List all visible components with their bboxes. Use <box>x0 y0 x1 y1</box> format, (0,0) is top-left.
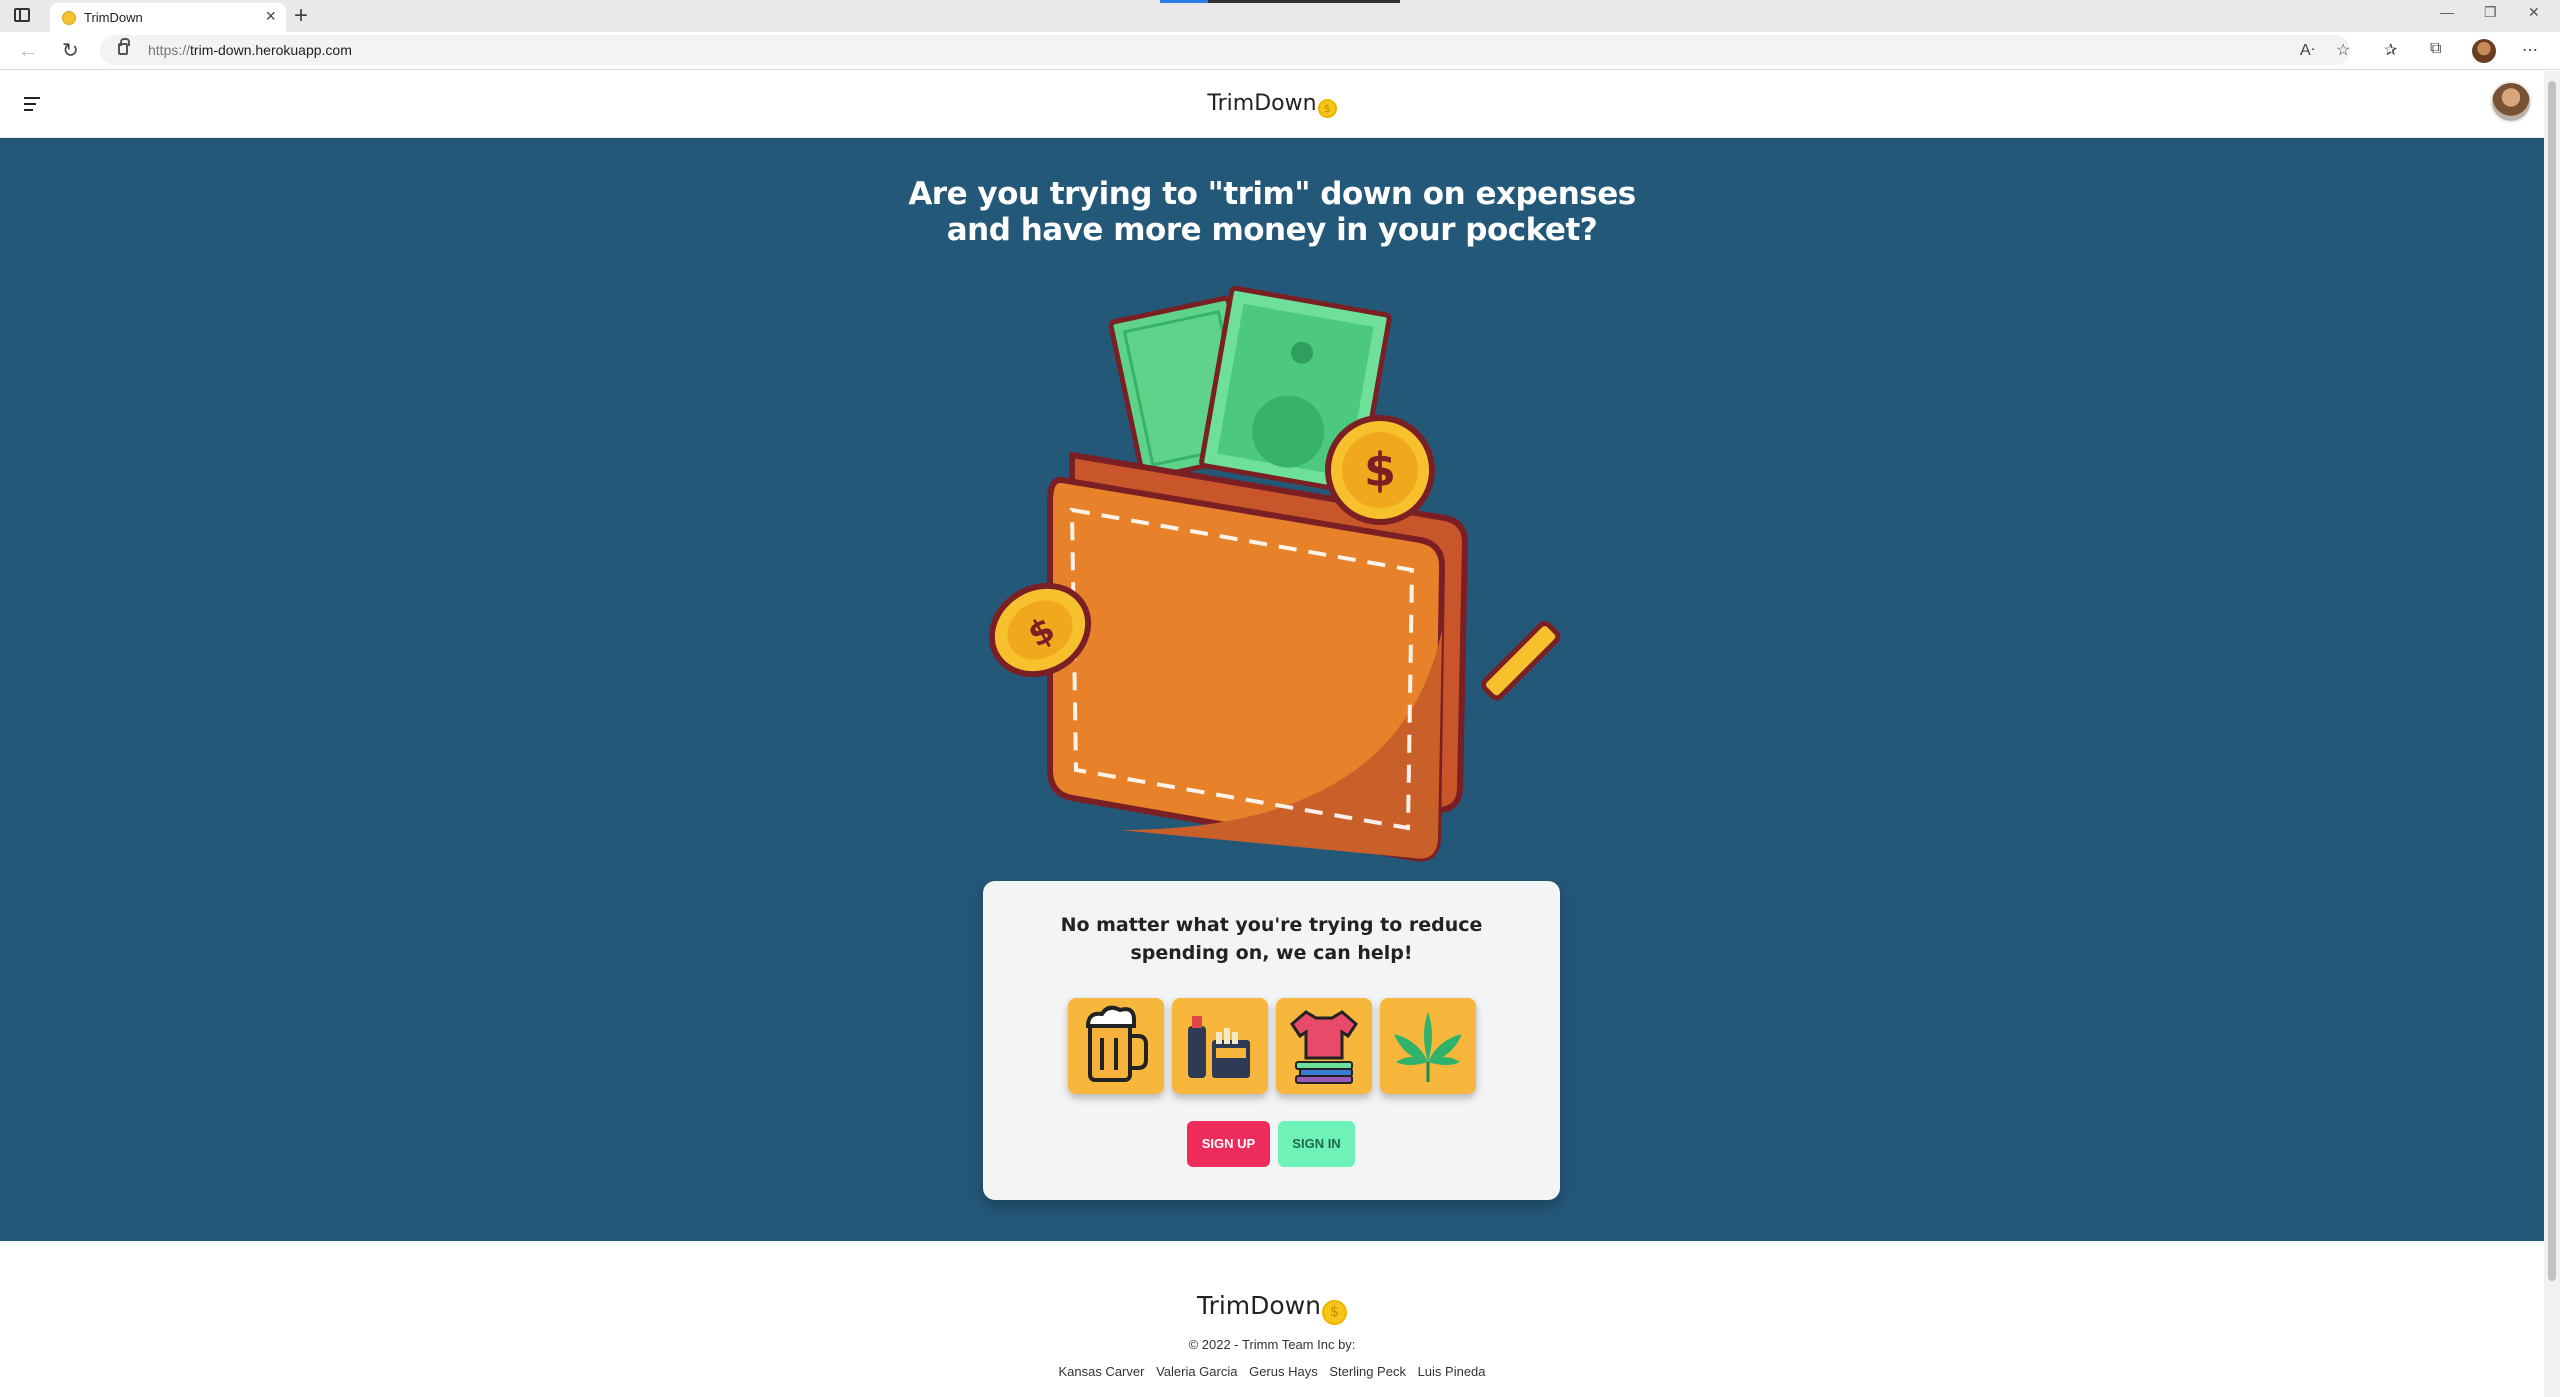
browser-tab-strip: TrimDown × + — ❐ ✕ <box>0 0 2560 32</box>
svg-text:$: $ <box>1364 443 1396 497</box>
site-logo[interactable]: TrimDown $ <box>0 91 2544 118</box>
coin-icon: $ <box>1317 99 1337 118</box>
credit-name[interactable]: Gerus Hays <box>1249 1364 1318 1379</box>
site-footer: TrimDown $ © 2022 - Trimm Team Inc by: Ka… <box>0 1241 2544 1397</box>
category-beer[interactable] <box>1068 998 1164 1094</box>
hero-section: Are you trying to "trim" down on expense… <box>0 138 2544 1241</box>
sidebar-toggle-icon[interactable] <box>14 8 30 22</box>
category-clothing[interactable] <box>1276 998 1372 1094</box>
tab-close-icon[interactable]: × <box>265 6 276 26</box>
coin-icon: $ <box>1322 1300 1347 1325</box>
window-drag-indicator <box>1160 0 1400 3</box>
card-message: No matter what you're trying to reduce s… <box>1060 914 1483 964</box>
cta-card: No matter what you're trying to reduce s… <box>983 881 1560 1200</box>
collections-icon[interactable]: ⧉ <box>2430 40 2441 58</box>
tab-title: TrimDown <box>84 10 143 25</box>
minimize-icon[interactable]: — <box>2440 4 2454 20</box>
footer-brand-name: TrimDown <box>1196 1291 1321 1320</box>
wallet-illustration: $ $ <box>988 285 1561 949</box>
url-field[interactable]: https://trim-down.herokuapp.com <box>100 35 2350 65</box>
url-text[interactable]: https://trim-down.herokuapp.com <box>148 42 352 58</box>
scrollbar-thumb[interactable] <box>2548 81 2556 1281</box>
cigarettes-lighter-icon <box>1188 1016 1250 1078</box>
browser-profile-avatar[interactable] <box>2472 39 2496 63</box>
more-icon[interactable]: ⋯ <box>2522 40 2538 60</box>
footer-logo[interactable]: TrimDown $ <box>0 1291 2544 1325</box>
hero-title: Are you trying to "trim" down on expense… <box>0 176 2544 248</box>
clothing-icon <box>1290 1010 1358 1084</box>
beer-icon <box>1085 1005 1148 1082</box>
close-window-icon[interactable]: ✕ <box>2528 4 2540 21</box>
cannabis-leaf-icon <box>1394 1012 1462 1082</box>
lock-icon[interactable] <box>118 38 130 55</box>
credit-name[interactable]: Kansas Carver <box>1058 1364 1144 1379</box>
user-avatar[interactable] <box>2490 81 2532 123</box>
favorites-icon[interactable]: ✰ <box>2384 40 2397 60</box>
credit-name[interactable]: Luis Pineda <box>1418 1364 1486 1379</box>
signin-button[interactable]: SIGN IN <box>1278 1121 1355 1167</box>
address-bar-row: ← ↻ https://trim-down.herokuapp.com Aᐧ ☆… <box>0 32 2560 70</box>
hero-title-line1: Are you trying to "trim" down on expense… <box>908 176 1636 212</box>
favicon-coin-icon <box>62 11 76 25</box>
copyright-text: © 2022 - Trimm Team Inc by: <box>1188 1337 1356 1352</box>
refresh-icon[interactable]: ↻ <box>62 38 79 64</box>
read-aloud-icon[interactable]: Aᐧ <box>2300 40 2315 60</box>
browser-tab[interactable]: TrimDown × <box>50 3 286 32</box>
back-icon[interactable]: ← <box>18 38 38 64</box>
site-header: TrimDown $ <box>0 71 2544 138</box>
new-tab-icon[interactable]: + <box>294 2 308 30</box>
credit-name[interactable]: Valeria Garcia <box>1156 1364 1237 1379</box>
page-scrollbar[interactable] <box>2544 71 2560 1397</box>
category-cannabis[interactable] <box>1380 998 1476 1094</box>
credit-name[interactable]: Sterling Peck <box>1329 1364 1406 1379</box>
category-cigarettes[interactable] <box>1172 998 1268 1094</box>
signup-button[interactable]: SIGN UP <box>1187 1121 1270 1167</box>
add-favorite-icon[interactable]: ☆ <box>2336 40 2350 60</box>
team-credits: Kansas Carver Valeria Garcia Gerus Hays … <box>0 1364 2544 1379</box>
restore-icon[interactable]: ❐ <box>2484 4 2497 21</box>
hero-title-line2: and have more money in your pocket? <box>946 212 1598 248</box>
brand-name: TrimDown <box>1207 91 1317 116</box>
